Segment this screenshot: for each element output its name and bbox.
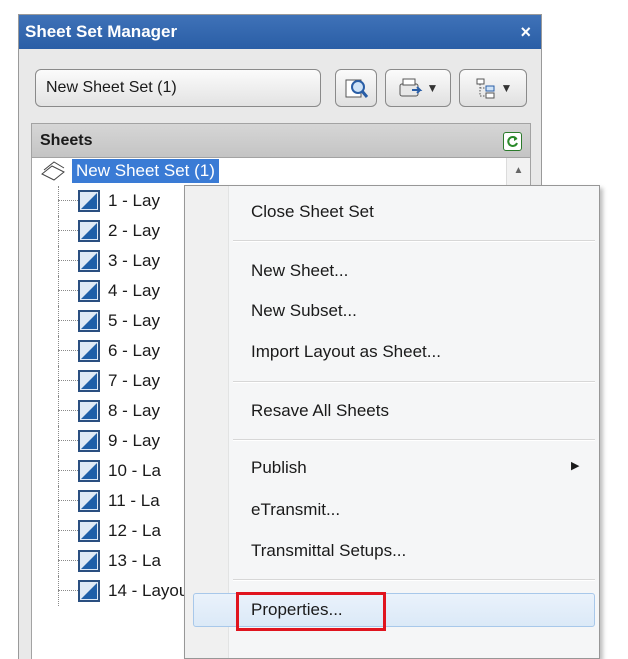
refresh-button[interactable] (503, 132, 522, 151)
tree-connector (58, 320, 78, 321)
sheet-label: 6 - Lay (108, 341, 160, 360)
sheet-icon (78, 340, 100, 362)
tree-connector (58, 396, 59, 426)
sheet-label: 2 - Lay (108, 221, 160, 240)
tree-root[interactable]: New Sheet Set (1) (40, 158, 219, 184)
sheet-label: 12 - La (108, 521, 161, 540)
context-menu: Close Sheet Set New Sheet... New Subset.… (184, 185, 600, 659)
menu-separator (233, 579, 595, 581)
tree-connector (58, 200, 78, 201)
tree-connector (58, 576, 59, 606)
sheet-icon (78, 580, 100, 602)
sheet-icon (78, 220, 100, 242)
red-callout-box (236, 592, 386, 631)
sheet-icon (78, 550, 100, 572)
tree-connector (58, 426, 59, 456)
sheet-icon (78, 490, 100, 512)
tree-root-label[interactable]: New Sheet Set (1) (72, 159, 219, 183)
chevron-down-icon: ▼ (500, 81, 513, 95)
sheet-label: 9 - Lay (108, 431, 160, 450)
tree-connector (58, 276, 59, 306)
sheet-set-details-button[interactable] (335, 69, 377, 107)
toolbar: New Sheet Set (1) ▼ ▼ (19, 49, 541, 123)
tree-connector (58, 546, 59, 576)
sheet-icon (78, 310, 100, 332)
tree-connector (58, 260, 78, 261)
tree-connector (58, 380, 78, 381)
tree-connector (58, 246, 59, 276)
sheet-label: 1 - Lay (108, 191, 160, 210)
sheet-label: 8 - Lay (108, 401, 160, 420)
tree-connector (58, 516, 59, 546)
close-button[interactable]: × (520, 15, 531, 49)
sheet-icon (78, 280, 100, 302)
tree-connector (58, 290, 78, 291)
menu-separator (233, 381, 595, 383)
menu-item-resave-all-sheets[interactable]: Resave All Sheets (251, 396, 389, 426)
sheet-icon (78, 190, 100, 212)
menu-item-new-sheet[interactable]: New Sheet... (251, 256, 348, 286)
sheet-icon (78, 400, 100, 422)
tree-connector (58, 366, 59, 396)
tree-connector (58, 410, 78, 411)
refresh-icon (507, 136, 518, 147)
sheet-icon (78, 250, 100, 272)
tree-connector (58, 500, 78, 501)
menu-separator (233, 240, 595, 242)
scroll-up-icon[interactable]: ▲ (507, 158, 530, 182)
sheets-header: Sheets (32, 124, 530, 158)
tree-connector (58, 216, 59, 246)
menu-item-publish[interactable]: Publish (251, 453, 307, 483)
sheet-label: 4 - Lay (108, 281, 160, 300)
menu-item-transmittal-setups[interactable]: Transmittal Setups... (251, 536, 406, 566)
sheet-label: 11 - La (108, 491, 160, 510)
sheet-icon (78, 520, 100, 542)
sheet-set-details-icon (345, 79, 369, 98)
menu-item-import-layout[interactable]: Import Layout as Sheet... (251, 337, 441, 367)
tree-connector (58, 336, 59, 366)
menu-icon-gutter (185, 186, 229, 658)
sheet-label: 10 - La (108, 461, 161, 480)
publish-icon (399, 78, 422, 97)
tree-connector (58, 456, 59, 486)
sheet-icon (78, 460, 100, 482)
sheet-label: 13 - La (108, 551, 161, 570)
palette-title: Sheet Set Manager (25, 22, 178, 41)
tree-connector (58, 470, 78, 471)
publish-button[interactable]: ▼ (385, 69, 451, 107)
sheets-header-label: Sheets (40, 132, 93, 149)
sheet-set-dropdown[interactable]: New Sheet Set (1) (35, 69, 321, 107)
sheet-label: 5 - Lay (108, 311, 160, 330)
sheet-label: 3 - Lay (108, 251, 160, 270)
tree-connector (58, 306, 59, 336)
tree-connector (58, 530, 78, 531)
menu-item-etransmit[interactable]: eTransmit... (251, 495, 340, 525)
sheet-icon (78, 430, 100, 452)
submenu-arrow-icon: ▶ (571, 460, 580, 472)
sheet-set-icon (41, 161, 65, 181)
menu-item-new-subset[interactable]: New Subset... (251, 296, 357, 326)
tree-connector (58, 230, 78, 231)
tree-connector (58, 350, 78, 351)
menu-separator (233, 439, 595, 441)
palette-titlebar[interactable]: Sheet Set Manager × (19, 15, 541, 49)
tree-connector (58, 560, 78, 561)
sheet-icon (78, 370, 100, 392)
view-options-icon (476, 78, 495, 99)
tree-connector (58, 590, 78, 591)
sheet-label: 7 - Lay (108, 371, 160, 390)
view-options-button[interactable]: ▼ (459, 69, 527, 107)
tree-connector (58, 440, 78, 441)
menu-item-close-sheet-set[interactable]: Close Sheet Set (251, 197, 374, 227)
chevron-down-icon: ▼ (426, 81, 439, 95)
tree-connector (58, 186, 59, 216)
tree-connector (58, 486, 59, 516)
